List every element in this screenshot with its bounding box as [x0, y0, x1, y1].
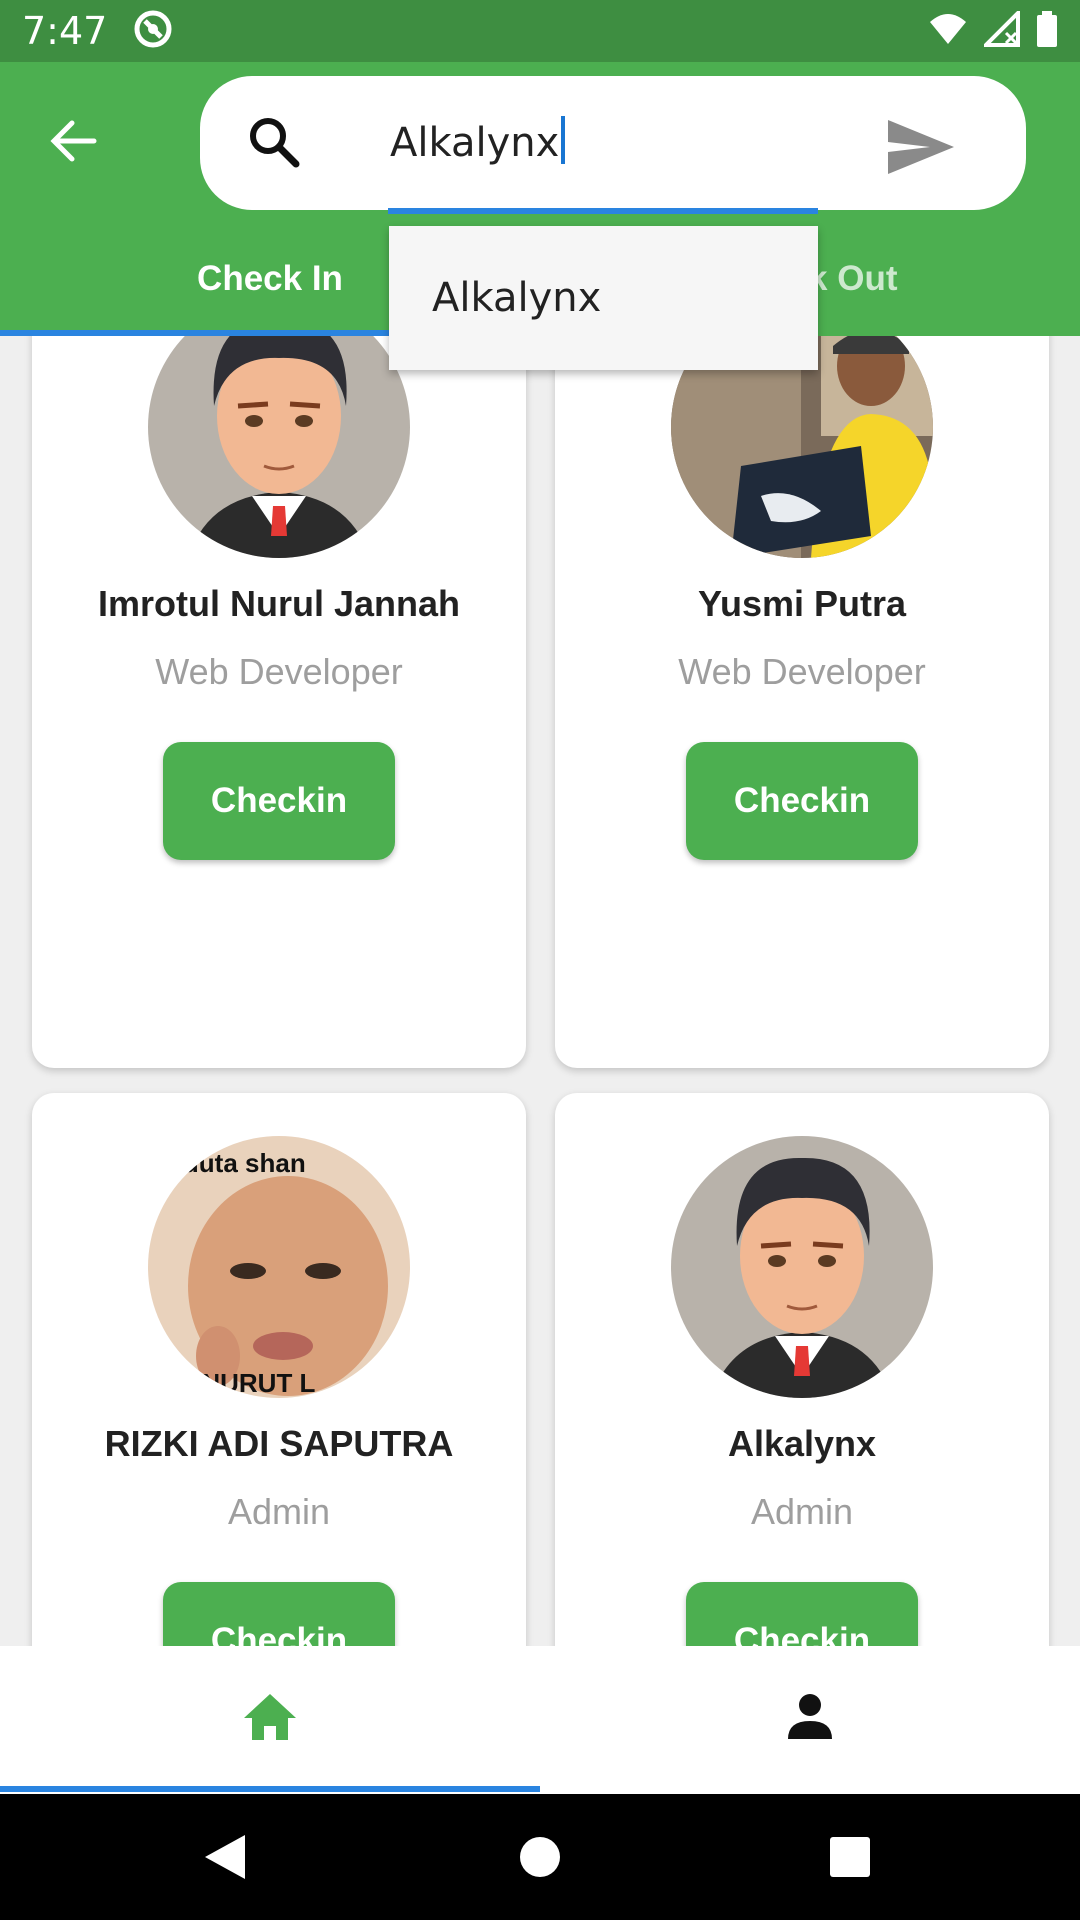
- system-home-button[interactable]: [505, 1824, 575, 1890]
- employee-card: Imrotul Nurul Jannah Web Developer Check…: [32, 336, 526, 1068]
- search-suggestions: Alkalynx: [389, 226, 818, 370]
- employee-card: Alkalynx Admin Checkin: [555, 1093, 1049, 1646]
- send-icon[interactable]: [886, 118, 956, 176]
- recents-square-icon: [830, 1837, 870, 1877]
- employee-grid: Imrotul Nurul Jannah Web Developer Check…: [0, 336, 1080, 1646]
- search-bar: Alkalynx: [200, 76, 1026, 210]
- avatar: ai duta shan ENURUT L: [148, 1136, 410, 1398]
- back-triangle-icon: [205, 1835, 245, 1879]
- system-back-button[interactable]: [190, 1824, 260, 1890]
- checkin-button[interactable]: Checkin: [686, 742, 918, 860]
- employee-card: Yusmi Putra Web Developer Checkin: [555, 336, 1049, 1068]
- search-icon: [250, 118, 300, 168]
- search-input[interactable]: Alkalynx: [390, 116, 566, 166]
- arrow-back-icon: [50, 120, 97, 162]
- employee-role: Web Developer: [678, 651, 926, 692]
- employee-role: Admin: [227, 1491, 331, 1532]
- employee-role: Web Developer: [155, 651, 403, 692]
- cell-signal-icon: [981, 7, 1020, 52]
- battery-icon: [1036, 10, 1058, 52]
- employee-card: ai duta shan ENURUT L RIZKI ADI SAPUTRA …: [32, 1093, 526, 1646]
- home-icon: [244, 1694, 296, 1740]
- checkin-button[interactable]: Checkin: [686, 1582, 918, 1646]
- person-icon: [788, 1694, 832, 1739]
- employee-role: Admin: [750, 1491, 854, 1532]
- nav-profile[interactable]: [540, 1646, 1080, 1788]
- system-recents-button[interactable]: [815, 1824, 885, 1890]
- suggestion-item[interactable]: Alkalynx: [389, 275, 601, 321]
- employee-name: Imrotul Nurul Jannah: [97, 583, 461, 624]
- back-button[interactable]: [40, 108, 106, 174]
- employee-name: Yusmi Putra: [697, 583, 907, 624]
- system-navigation-bar: [0, 1794, 1080, 1920]
- text-caret: [561, 116, 566, 164]
- search-input-value: Alkalynx: [390, 120, 560, 166]
- avatar-caption-top: ai duta shan: [154, 1148, 306, 1178]
- home-circle-icon: [520, 1837, 560, 1877]
- avatar-caption-bottom: ENURUT L: [184, 1368, 316, 1398]
- at-sign-icon: [133, 9, 173, 54]
- bottom-navigation: [0, 1646, 1080, 1794]
- employee-name: Alkalynx: [727, 1423, 877, 1464]
- employee-name: RIZKI ADI SAPUTRA: [104, 1423, 454, 1464]
- checkin-button[interactable]: Checkin: [163, 1582, 395, 1646]
- avatar: [671, 1136, 933, 1398]
- status-time: 7:47: [22, 9, 108, 53]
- nav-indicator: [0, 1786, 540, 1792]
- status-bar: 7:47: [0, 0, 1080, 62]
- wifi-icon: [928, 12, 968, 51]
- nav-home[interactable]: [0, 1646, 540, 1788]
- checkin-button[interactable]: Checkin: [163, 742, 395, 860]
- avatar: [148, 336, 410, 558]
- search-input-underline: [388, 208, 818, 214]
